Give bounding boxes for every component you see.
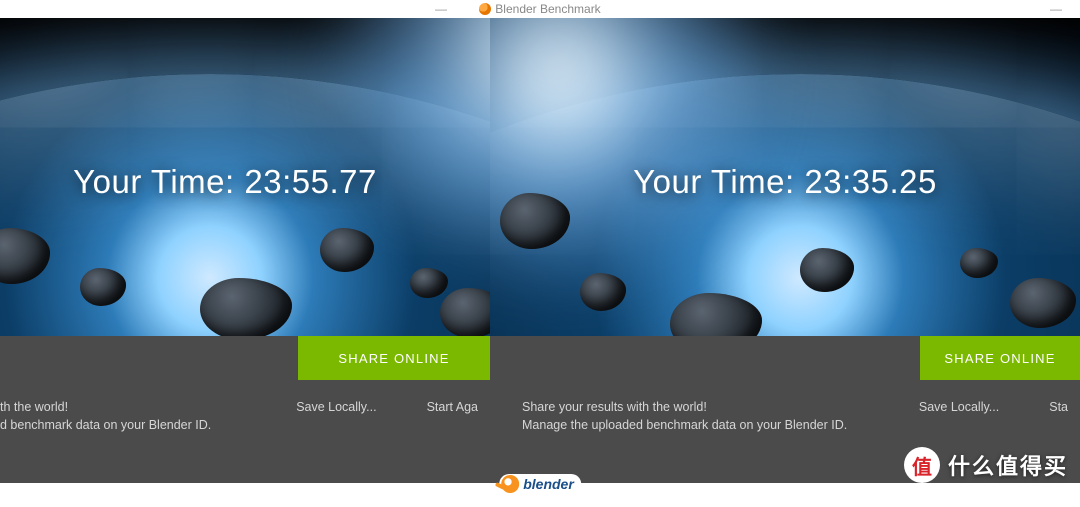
minimize-button[interactable]: —	[435, 2, 447, 16]
share-description: Share your results with the world! Manag…	[522, 398, 942, 434]
watermark-text: 什么值得买	[948, 449, 1068, 481]
share-description: th the world! d benchmark data on your B…	[0, 398, 300, 434]
hero-image: Your Time: 23:55.77	[0, 18, 490, 336]
result-time: Your Time: 23:35.25	[490, 163, 1080, 201]
result-time: Your Time: 23:55.77	[0, 163, 470, 201]
blender-logo: blender	[499, 474, 581, 495]
watermark: 值 什么值得买	[904, 447, 1068, 483]
start-again-link[interactable]: Sta	[1049, 400, 1068, 414]
result-time-value: 23:35.25	[804, 163, 936, 200]
share-description-line2: d benchmark data on your Blender ID.	[0, 416, 300, 434]
result-time-value: 23:55.77	[244, 163, 376, 200]
start-again-link[interactable]: Start Aga	[427, 400, 478, 414]
result-time-prefix: Your Time:	[633, 163, 804, 200]
blender-icon	[501, 475, 519, 493]
blender-icon	[479, 3, 491, 15]
watermark-badge: 值	[904, 447, 940, 483]
benchmark-pane-left: Your Time: 23:55.77 SHARE ONLINE th the …	[0, 18, 490, 483]
result-time-prefix: Your Time:	[73, 163, 244, 200]
minimize-button[interactable]: —	[1050, 2, 1062, 16]
save-locally-link[interactable]: Save Locally...	[296, 400, 376, 414]
hero-image: Your Time: 23:35.25	[490, 18, 1080, 336]
result-panel: SHARE ONLINE th the world! d benchmark d…	[0, 336, 490, 483]
save-locally-link[interactable]: Save Locally...	[919, 400, 999, 414]
window-titlebar: — Blender Benchmark —	[0, 0, 1080, 18]
share-description-line2: Manage the uploaded benchmark data on yo…	[522, 416, 942, 434]
blender-logo-text: blender	[523, 476, 574, 492]
share-online-button[interactable]: SHARE ONLINE	[920, 336, 1080, 380]
share-description-line1: th the world!	[0, 398, 300, 416]
window-title: Blender Benchmark	[495, 2, 600, 16]
share-online-button[interactable]: SHARE ONLINE	[298, 336, 490, 380]
share-description-line1: Share your results with the world!	[522, 398, 942, 416]
benchmark-pane-right: Your Time: 23:35.25 SHARE ONLINE Share y…	[490, 18, 1080, 483]
